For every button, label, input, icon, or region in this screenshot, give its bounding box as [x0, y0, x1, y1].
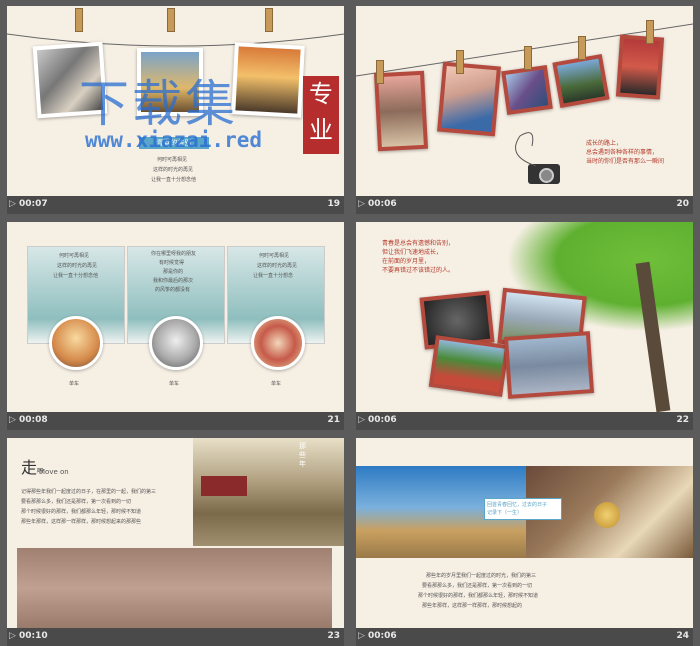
slide-number: 19 — [327, 199, 340, 209]
slide-text-line: 不要再错过不该错过的人。 — [382, 267, 455, 274]
slide-info-bar: ▷ 00:08 21 — [7, 412, 344, 430]
slide-duration: 00:06 — [368, 631, 397, 641]
subheading: Move on — [39, 468, 69, 476]
panel-text: 让我一直十分想念 — [253, 273, 294, 279]
circle-photo-portrait — [149, 316, 203, 370]
slide-thumbnail-20[interactable]: 成长的路上， 总会遇到各种各样的事情， 当时的你们是否有那么一瞬间 ▷ 00:0… — [356, 6, 693, 214]
slide-text-line: 青春是总会有遗憾和告别， — [382, 240, 455, 247]
paragraph-line: 那些年的岁月里我们一起度过的时光，我们的第三 — [426, 573, 537, 579]
play-icon: ▷ — [9, 631, 16, 641]
paragraph-line: 要看那那么多，我们还是那样，第一次看到的一切 — [21, 499, 132, 505]
slide-thumbnail-22[interactable]: 青春是总会有遗憾和告别， 但让我们飞速地成长， 在前面的岁月里， 不要再错过不该… — [356, 222, 693, 430]
slide-thumbnail-19[interactable]: 青春的告别 何时可再相见 这样的时光的再见 让我一直十分想念他 下载集 www.… — [7, 6, 344, 214]
panel-text: 你在哪里呀我的朋友 — [151, 251, 197, 257]
slide-text-line: 但让我们飞速地成长， — [382, 249, 443, 256]
slide-duration: 00:07 — [19, 199, 48, 209]
circle-photo-frame — [251, 316, 305, 370]
slide-thumbnail-21[interactable]: 何时可再相见 这样的时光的再见 让我一直十分想念他 你在哪里呀我的朋友 有时候觉… — [7, 222, 344, 430]
slide-preview: 青春的告别 何时可再相见 这样的时光的再见 让我一直十分想念他 下载集 www.… — [7, 6, 344, 196]
paragraph-line: 那个时候很好的那样，我们都那么年轻，那时候不知道 — [418, 593, 539, 599]
play-icon: ▷ — [9, 199, 16, 209]
slide-text-line: 何时可再相见 — [157, 157, 188, 163]
panel-text: 我和你最后的那次 — [153, 278, 194, 284]
slide-text-line: 总会遇到各种各样的事情， — [586, 149, 659, 156]
photo-group — [552, 54, 610, 108]
photo-girls — [437, 61, 501, 137]
panel-text: 有时候觉得 — [159, 260, 185, 266]
slide-text-line: 让我一直十分想念他 — [151, 177, 197, 183]
camera-strap — [515, 132, 537, 167]
watermark-title: 下载集 — [79, 75, 238, 133]
play-icon: ▷ — [358, 199, 365, 209]
photo-sunset — [231, 42, 305, 118]
slide-duration: 00:06 — [368, 199, 397, 209]
slide-thumbnail-24[interactable]: 回首青春回忆，过去的日子 记录下（一生） 那些年的岁月里我们一起度过的时光，我们的… — [356, 438, 693, 646]
panel-caption: 单车 — [271, 381, 282, 387]
slide-preview: 走吧 Move on 记得那些年我们一起度过的日子，在那里的一起，我们的第三 要… — [7, 438, 344, 628]
slide-number: 24 — [676, 631, 689, 641]
slide-duration: 00:10 — [19, 631, 48, 641]
slide-info-bar: ▷ 00:06 24 — [356, 628, 693, 646]
panel-text: 这样的时光的再见 — [257, 263, 298, 269]
slide-info-bar: ▷ 00:07 19 — [7, 196, 344, 214]
panel-caption: 单车 — [169, 381, 180, 387]
panel-text: 那是你的 — [163, 269, 184, 275]
watermark-url: www.xiazai.red — [85, 128, 263, 152]
slide-preview: 回首青春回忆，过去的日子 记录下（一生） 那些年的岁月里我们一起度过的时光，我们的… — [356, 438, 693, 628]
slide-duration: 00:08 — [19, 415, 48, 425]
slide-thumbnail-23[interactable]: 走吧 Move on 记得那些年我们一起度过的日子，在那里的一起，我们的第三 要… — [7, 438, 344, 646]
photo-field — [428, 335, 510, 397]
slide-text-line: 这样的时光的再见 — [153, 167, 194, 173]
watermark-seal: 专业 — [303, 76, 339, 154]
photo-class — [503, 331, 595, 399]
panel-text: 这样的时光的再见 — [57, 263, 98, 269]
paragraph-line: 那些年那样，这样那一样那样，那时候想起来的那那些 — [21, 519, 142, 525]
paragraph-line: 记得那些年我们一起度过的日子，在那里的一起，我们的第三 — [21, 489, 157, 495]
play-icon: ▷ — [358, 631, 365, 641]
slide-number: 22 — [676, 415, 689, 425]
train-car — [201, 476, 247, 496]
panel-text: 何时可再相见 — [259, 253, 290, 259]
panel-text: 何时可再相见 — [59, 253, 90, 259]
slide-info-bar: ▷ 00:10 23 — [7, 628, 344, 646]
photo-track — [615, 34, 665, 100]
slide-text-line: 成长的路上， — [586, 140, 623, 147]
slide-duration: 00:06 — [368, 415, 397, 425]
vertical-title: 那些年 — [299, 442, 306, 468]
play-icon: ▷ — [9, 415, 16, 425]
photo-sand — [17, 548, 332, 628]
paragraph-line: 要看那那么多，我们还是那样，第一次看到的一切 — [422, 583, 533, 589]
rose-icon — [594, 502, 620, 528]
slide-number: 20 — [676, 199, 689, 209]
title-badge: 回首青春回忆，过去的日子 记录下（一生） — [484, 498, 562, 520]
play-icon: ▷ — [358, 415, 365, 425]
paragraph-line: 那些年那样，这样那一样那样，那时候想起的 — [422, 603, 523, 609]
photo-hands — [501, 65, 553, 115]
slide-info-bar: ▷ 00:06 20 — [356, 196, 693, 214]
paragraph-line: 那个时候很好的那样，我们都那么年轻，那时候不知道 — [21, 509, 142, 515]
slide-number: 23 — [327, 631, 340, 641]
slide-preview: 成长的路上， 总会遇到各种各样的事情， 当时的你们是否有那么一瞬间 — [356, 6, 693, 196]
panel-text: 让我一直十分想念他 — [53, 273, 99, 279]
slide-text-line: 当时的你们是否有那么一瞬间 — [586, 158, 665, 165]
slide-info-bar: ▷ 00:06 22 — [356, 412, 693, 430]
panel-caption: 单车 — [69, 381, 80, 387]
circle-photo-sunset — [49, 316, 103, 370]
panel-text: 的风筝的都没有 — [155, 287, 191, 293]
slide-preview: 青春是总会有遗憾和告别， 但让我们飞速地成长， 在前面的岁月里， 不要再错过不该… — [356, 222, 693, 412]
slide-number: 21 — [327, 415, 340, 425]
slide-text-line: 在前面的岁月里， — [382, 258, 431, 265]
slide-preview: 何时可再相见 这样的时光的再见 让我一直十分想念他 你在哪里呀我的朋友 有时候觉… — [7, 222, 344, 412]
